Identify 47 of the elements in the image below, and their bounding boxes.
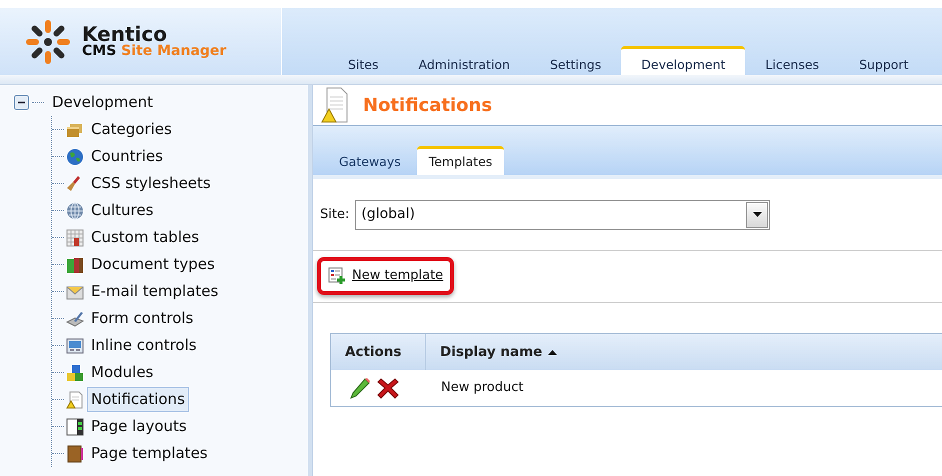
delete-icon[interactable] xyxy=(377,377,399,399)
field-label: Site: xyxy=(320,206,350,224)
nav-tab[interactable]: Settings xyxy=(530,46,622,75)
warning-document-icon xyxy=(66,390,84,408)
edit-icon[interactable] xyxy=(349,377,371,399)
tree-item[interactable]: E-mail templates xyxy=(87,279,222,304)
tree-item[interactable]: CSS stylesheets xyxy=(87,171,215,196)
books-icon xyxy=(66,256,84,274)
nav-tab[interactable]: Licenses xyxy=(745,46,840,75)
table-cell-text: New product xyxy=(440,379,524,398)
tab[interactable]: Templates xyxy=(416,146,504,175)
tree-item[interactable]: Notifications xyxy=(87,387,189,412)
tab[interactable]: Gateways xyxy=(327,146,413,175)
grid-icon xyxy=(66,228,84,246)
tree-item[interactable]: Page templates xyxy=(87,441,212,466)
window-icon xyxy=(66,336,84,354)
layout-icon xyxy=(66,418,84,436)
tree-item[interactable]: Cultures xyxy=(87,198,158,223)
cubes-icon xyxy=(66,364,84,382)
site-dropdown[interactable]: (global) xyxy=(355,200,770,230)
page-title: Notifications xyxy=(363,94,492,118)
tree-item[interactable]: Document types xyxy=(87,252,219,277)
pen-icon xyxy=(66,310,84,328)
globe-icon xyxy=(66,148,84,166)
column-header[interactable]: Display name xyxy=(426,334,558,370)
tree-item[interactable]: Development xyxy=(48,90,157,115)
tree-item[interactable]: Inline controls xyxy=(87,333,201,358)
collapse-icon[interactable] xyxy=(14,95,29,110)
caret-icon xyxy=(752,212,762,217)
logo-name: Kentico xyxy=(82,24,167,44)
tree-item[interactable]: Countries xyxy=(87,144,167,169)
tree-item[interactable]: Custom tables xyxy=(87,225,204,250)
add-list-icon xyxy=(328,266,346,285)
book-icon xyxy=(66,444,84,462)
new-template-link[interactable]: New template xyxy=(317,257,454,294)
product-name: CMS Site Manager xyxy=(82,44,226,60)
nav-tab[interactable]: Sites xyxy=(328,46,399,75)
tree-item[interactable]: Categories xyxy=(87,117,176,142)
globe-icon xyxy=(66,202,84,220)
nav-tab[interactable]: Development xyxy=(621,46,746,75)
nav-tab[interactable]: Support xyxy=(839,46,928,75)
warning-document-icon xyxy=(321,87,349,123)
tree-item[interactable]: Form controls xyxy=(87,306,198,331)
nav-tab[interactable]: Administration xyxy=(398,46,530,75)
logo-icon xyxy=(24,18,72,66)
tree-item[interactable]: Page layouts xyxy=(87,414,191,439)
tree-item[interactable]: Modules xyxy=(87,360,158,385)
